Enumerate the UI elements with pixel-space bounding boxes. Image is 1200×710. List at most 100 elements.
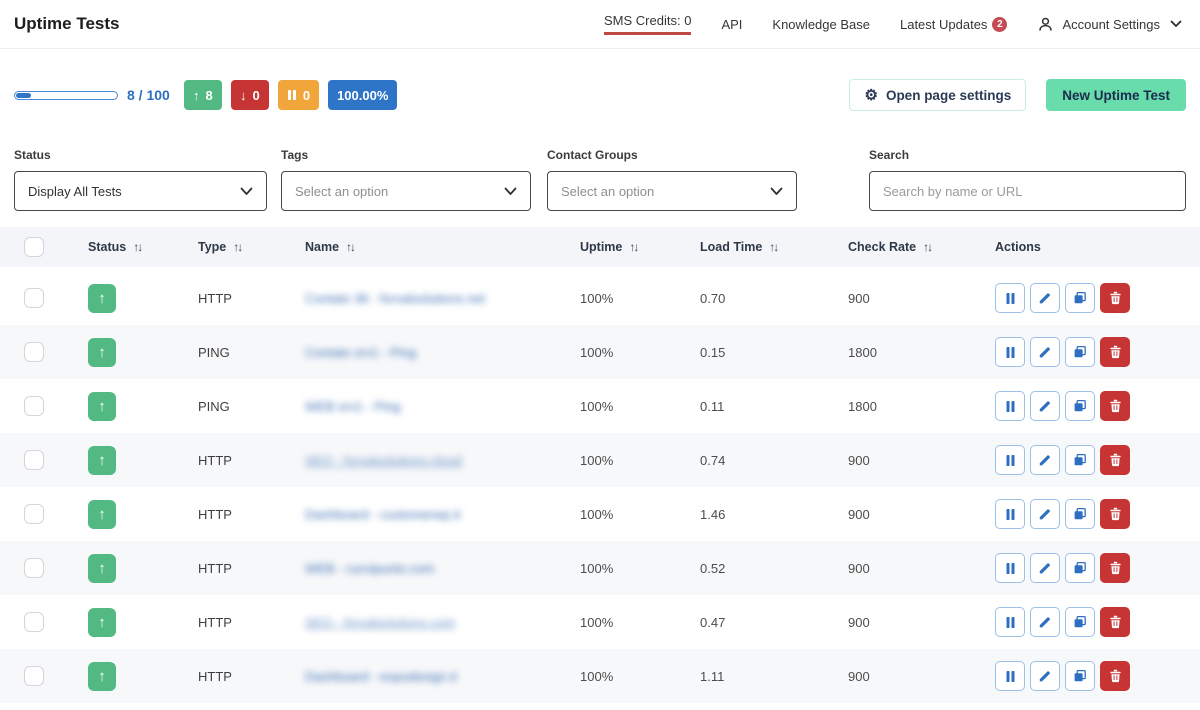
row-checkbox[interactable] [24, 288, 44, 308]
sort-icon[interactable]: ↑↓ [629, 240, 637, 254]
table-row: ↑ HTTP WEB - curvipunto.com 100% 0.52 90… [0, 541, 1200, 595]
row-checkbox-cell [14, 342, 78, 362]
row-type: HTTP [188, 669, 295, 684]
row-check-rate: 900 [838, 669, 985, 684]
edit-button[interactable] [1030, 661, 1060, 691]
nav-api[interactable]: API [721, 17, 742, 32]
test-name-link[interactable]: WEB srv1 - Ping [305, 399, 400, 414]
nav-account-settings[interactable]: Account Settings [1037, 16, 1182, 33]
search-input[interactable] [869, 171, 1186, 211]
duplicate-button[interactable] [1065, 661, 1095, 691]
row-check-rate: 900 [838, 561, 985, 576]
duplicate-button[interactable] [1065, 337, 1095, 367]
row-load-time: 0.74 [690, 453, 838, 468]
sort-icon[interactable]: ↑↓ [346, 240, 354, 254]
up-tests-count: 8 [205, 88, 212, 103]
row-checkbox[interactable] [24, 342, 44, 362]
duplicate-button[interactable] [1065, 445, 1095, 475]
test-name-link[interactable]: Dashboard - expodesign.it [305, 669, 457, 684]
delete-button[interactable] [1100, 553, 1130, 583]
delete-button[interactable] [1100, 499, 1130, 529]
sort-icon[interactable]: ↑↓ [133, 240, 141, 254]
copy-icon [1073, 561, 1087, 575]
chevron-down-icon [1170, 20, 1182, 28]
duplicate-button[interactable] [1065, 553, 1095, 583]
uptime-column-label: Uptime [580, 240, 622, 254]
pause-button[interactable] [995, 445, 1025, 475]
nav-sms-credits[interactable]: SMS Credits: 0 [604, 13, 691, 35]
pause-button[interactable] [995, 607, 1025, 637]
sort-icon[interactable]: ↑↓ [769, 240, 777, 254]
test-name-link[interactable]: Dashboard - customerwp.it [305, 507, 460, 522]
row-type: PING [188, 399, 295, 414]
test-name-link[interactable]: Contato srv1 - Ping [305, 345, 416, 360]
top-header: Uptime Tests SMS Credits: 0 API Knowledg… [0, 0, 1200, 49]
edit-button[interactable] [1030, 607, 1060, 637]
pause-button[interactable] [995, 283, 1025, 313]
actions-column-label: Actions [995, 240, 1041, 254]
test-name-link[interactable]: SEO - forvalsolutions.cloud [305, 453, 462, 468]
pause-icon [1005, 670, 1016, 683]
status-filter-select[interactable]: Display All Tests [14, 171, 267, 211]
row-uptime: 100% [570, 291, 690, 306]
row-actions [985, 607, 1200, 637]
sort-icon[interactable]: ↑↓ [923, 240, 931, 254]
paused-tests-badge: 0 [278, 80, 319, 110]
duplicate-button[interactable] [1065, 607, 1095, 637]
pause-button[interactable] [995, 661, 1025, 691]
delete-button[interactable] [1100, 283, 1130, 313]
row-checkbox[interactable] [24, 396, 44, 416]
row-load-time: 1.46 [690, 507, 838, 522]
chevron-down-icon [770, 187, 783, 196]
tags-filter-select[interactable]: Select an option [281, 171, 531, 211]
duplicate-button[interactable] [1065, 499, 1095, 529]
contact-groups-filter-label: Contact Groups [547, 148, 797, 162]
pencil-icon [1038, 399, 1052, 413]
select-all-checkbox[interactable] [24, 237, 44, 257]
row-checkbox[interactable] [24, 612, 44, 632]
edit-button[interactable] [1030, 283, 1060, 313]
nav-latest-updates[interactable]: Latest Updates 2 [900, 17, 1007, 32]
new-uptime-test-button[interactable]: New Uptime Test [1046, 79, 1186, 111]
test-name-link[interactable]: WEB - curvipunto.com [305, 561, 434, 576]
delete-button[interactable] [1100, 445, 1130, 475]
copy-icon [1073, 291, 1087, 305]
contact-groups-filter-select[interactable]: Select an option [547, 171, 797, 211]
row-uptime: 100% [570, 669, 690, 684]
delete-button[interactable] [1100, 391, 1130, 421]
row-checkbox[interactable] [24, 558, 44, 578]
person-icon [1037, 16, 1054, 33]
status-column-label: Status [88, 240, 126, 254]
column-header-load-time: Load Time ↑↓ [690, 240, 838, 254]
edit-button[interactable] [1030, 445, 1060, 475]
delete-button[interactable] [1100, 607, 1130, 637]
duplicate-button[interactable] [1065, 391, 1095, 421]
delete-button[interactable] [1100, 661, 1130, 691]
row-load-time: 0.11 [690, 399, 838, 414]
delete-button[interactable] [1100, 337, 1130, 367]
edit-button[interactable] [1030, 391, 1060, 421]
load-time-column-label: Load Time [700, 240, 762, 254]
test-name-link[interactable]: Contato 36 - forvalsolutions.net [305, 291, 485, 306]
row-checkbox[interactable] [24, 450, 44, 470]
paused-tests-count: 0 [303, 88, 310, 103]
pause-button[interactable] [995, 391, 1025, 421]
row-checkbox[interactable] [24, 666, 44, 686]
pause-button[interactable] [995, 499, 1025, 529]
nav-knowledge-base[interactable]: Knowledge Base [772, 17, 870, 32]
row-name-cell: Contato 36 - forvalsolutions.net [295, 291, 570, 306]
edit-button[interactable] [1030, 337, 1060, 367]
pause-button[interactable] [995, 553, 1025, 583]
edit-button[interactable] [1030, 553, 1060, 583]
open-page-settings-button[interactable]: ⚙ Open page settings [849, 79, 1026, 111]
duplicate-button[interactable] [1065, 283, 1095, 313]
row-load-time: 0.15 [690, 345, 838, 360]
row-type: HTTP [188, 453, 295, 468]
pause-button[interactable] [995, 337, 1025, 367]
sort-icon[interactable]: ↑↓ [233, 240, 241, 254]
table-row: ↑ PING Contato srv1 - Ping 100% 0.15 180… [0, 325, 1200, 379]
row-load-time: 0.70 [690, 291, 838, 306]
test-name-link[interactable]: SEO - forvalsolutions.com [305, 615, 455, 630]
row-checkbox[interactable] [24, 504, 44, 524]
edit-button[interactable] [1030, 499, 1060, 529]
